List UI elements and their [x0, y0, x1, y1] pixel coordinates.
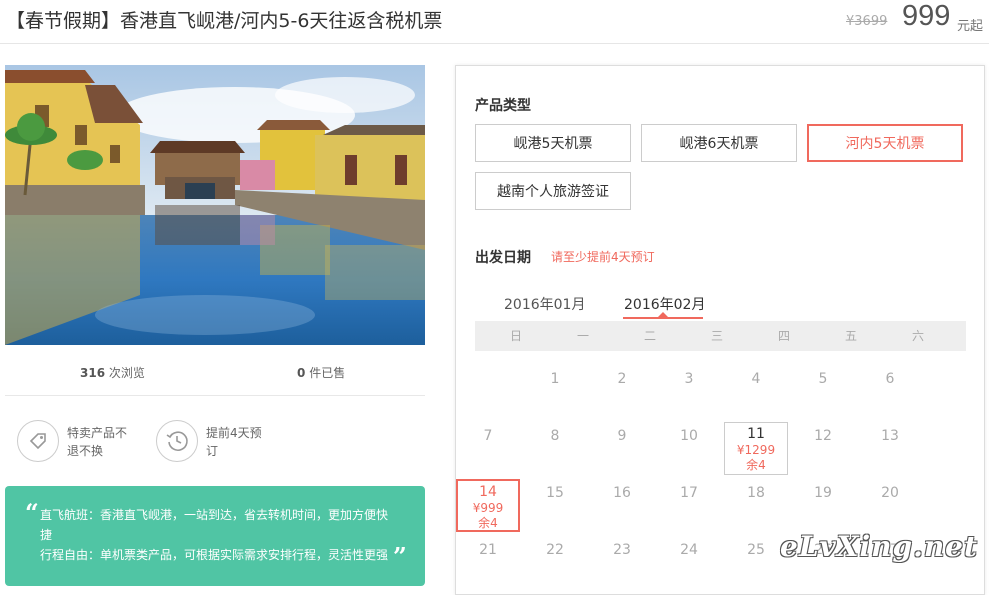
sold-stat: 0 件已售 — [297, 364, 345, 381]
month-tab-feb[interactable]: 2016年02月 — [624, 294, 705, 314]
calendar-day-available[interactable]: 11 ¥1299 余4 — [724, 422, 788, 475]
option-danang-6day[interactable]: 岘港6天机票 — [641, 124, 797, 162]
calendar-day: 7 — [483, 428, 493, 444]
option-hanoi-5day[interactable]: 河内5天机票 — [807, 124, 963, 162]
watermark: eLvXing.net — [780, 530, 978, 563]
day-price: ¥1299 — [736, 443, 776, 457]
views-label: 次浏览 — [108, 366, 145, 380]
feature-no-refund: 特卖产品不退不换 — [17, 420, 131, 462]
calendar-day: 3 — [684, 371, 694, 387]
calendar-day: 9 — [617, 428, 627, 444]
day-number: 14 — [479, 484, 497, 500]
calendar-day: 1 — [550, 371, 560, 387]
booking-panel: 产品类型 岘港5天机票 岘港6天机票 河内5天机票 越南个人旅游签证 出发日期 … — [455, 65, 985, 595]
promo-box: “ 直飞航班：香港直飞岘港，一站到达，省去转机时间，更加方便快捷 行程自由：单机… — [5, 486, 425, 586]
sold-count: 0 — [297, 366, 306, 380]
calendar-day: 15 — [546, 485, 564, 501]
product-stats: 316 次浏览 0 件已售 — [5, 350, 425, 396]
day-remaining: 余4 — [478, 516, 498, 530]
product-type-label: 产品类型 — [475, 98, 531, 114]
calendar-day: 2 — [617, 371, 627, 387]
active-month-underline — [623, 317, 703, 319]
original-price: ¥3699 — [846, 14, 888, 29]
promo-line-2: 行程自由：单机票类产品，可根据实际需求安排行程，灵活性更强 — [40, 548, 389, 562]
month-tab-jan[interactable]: 2016年01月 — [504, 294, 585, 314]
weekday-fri: 五 — [844, 329, 857, 343]
calendar-day: 16 — [613, 485, 631, 501]
calendar-day: 13 — [881, 428, 899, 444]
calendar-day: 24 — [680, 542, 698, 558]
calendar-day: 21 — [479, 542, 497, 558]
calendar-day: 23 — [613, 542, 631, 558]
day-number: 11 — [747, 426, 765, 442]
calendar-day: 10 — [680, 428, 698, 444]
calendar-day: 17 — [680, 485, 698, 501]
weekday-sun: 日 — [509, 329, 522, 343]
active-month-caret — [658, 312, 668, 317]
page-header: 【春节假期】香港直飞岘港/河内5-6天往返含税机票 ¥3699 999 元起 — [0, 0, 989, 44]
day-remaining: 余4 — [746, 458, 766, 472]
weekday-thu: 四 — [777, 329, 790, 343]
weekday-tue: 二 — [643, 329, 656, 343]
weekday-wed: 三 — [710, 329, 723, 343]
calendar-day: 25 — [747, 542, 765, 558]
calendar-day: 20 — [881, 485, 899, 501]
price-unit: 元起 — [957, 19, 984, 34]
calendar-day: 18 — [747, 485, 765, 501]
views-stat: 316 次浏览 — [80, 364, 145, 381]
weekday-sat: 六 — [911, 329, 924, 343]
weekday-header: 日 一 二 三 四 五 六 — [475, 321, 966, 351]
views-count: 316 — [80, 366, 106, 380]
option-danang-5day[interactable]: 岘港5天机票 — [475, 124, 631, 162]
feature-advance-booking: 提前4天预订 — [156, 420, 270, 462]
day-price: ¥999 — [472, 501, 504, 515]
close-quote-icon: ” — [393, 542, 407, 571]
weekday-mon: 一 — [576, 329, 589, 343]
calendar-day: 5 — [818, 371, 828, 387]
open-quote-icon: “ — [25, 498, 39, 527]
feature-text: 提前4天预订 — [206, 426, 262, 458]
calendar-day: 4 — [751, 371, 761, 387]
tag-icon — [17, 420, 59, 462]
product-title: 【春节假期】香港直飞岘港/河内5-6天往返含税机票 — [6, 10, 443, 32]
clock-icon — [156, 420, 198, 462]
promo-text: 直飞航班：香港直飞岘港，一站到达，省去转机时间，更加方便快捷 行程自由：单机票类… — [40, 505, 395, 565]
calendar-day: 19 — [814, 485, 832, 501]
booking-hint: 请至少提前4天预订 — [551, 250, 655, 264]
calendar-day: 8 — [550, 428, 560, 444]
calendar-day: 6 — [885, 371, 895, 387]
calendar-day: 22 — [546, 542, 564, 558]
departure-date-label: 出发日期 — [475, 250, 531, 266]
sold-label: 件已售 — [309, 366, 346, 380]
promo-line-1: 直飞航班：香港直飞岘港，一站到达，省去转机时间，更加方便快捷 — [40, 508, 389, 542]
product-photo — [5, 65, 425, 345]
calendar-day-available[interactable]: 14 ¥999 余4 — [456, 479, 520, 532]
option-vietnam-visa[interactable]: 越南个人旅游签证 — [475, 172, 631, 210]
calendar-day: 12 — [814, 428, 832, 444]
feature-text: 特卖产品不退不换 — [67, 426, 128, 458]
sale-price: 999 — [902, 0, 951, 32]
